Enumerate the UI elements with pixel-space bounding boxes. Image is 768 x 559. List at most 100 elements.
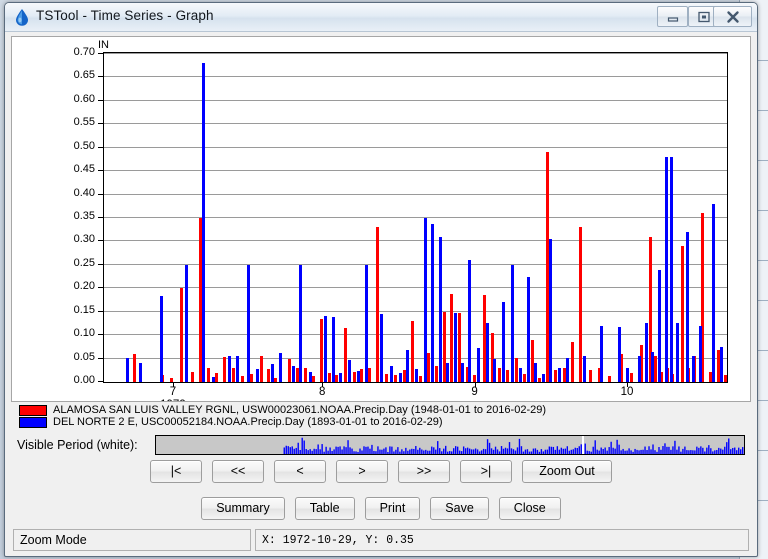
data-bar	[473, 374, 477, 382]
y-axis-tick-label: 0.65	[73, 69, 95, 82]
graph-canvas[interactable]: IN 0.00 0.05 0.10 0.15 0.20 0.25 0.30 0.35 0.40 0…	[11, 36, 751, 402]
data-bar	[681, 246, 685, 382]
data-bar	[390, 365, 394, 382]
x-axis-tick-label: 8	[318, 386, 326, 398]
data-bar	[685, 232, 689, 382]
data-bar	[676, 323, 680, 382]
legend-label: DEL NORTE 2 E, USC00052184.NOAA.Precip.D…	[53, 416, 443, 428]
data-bar	[309, 371, 313, 382]
data-bar	[184, 264, 188, 382]
table-button[interactable]: Table	[294, 497, 355, 520]
data-bar	[255, 368, 259, 382]
x-axis-year-label: 1972	[160, 399, 186, 401]
data-bar	[461, 363, 465, 382]
data-bar	[327, 372, 331, 382]
data-bar	[247, 264, 251, 382]
data-bar	[723, 374, 727, 382]
navigation-button-row: |< << < > >> >| Zoom Out	[5, 460, 757, 483]
data-bar	[519, 367, 523, 382]
data-bar	[376, 227, 380, 382]
print-button[interactable]: Print	[364, 497, 421, 520]
legend-label: ALAMOSA SAN LUIS VALLEY RGNL, USW0002306…	[53, 404, 547, 416]
data-bar	[514, 357, 518, 382]
status-bar: Zoom Mode X: 1972-10-29, Y: 0.35	[5, 529, 757, 553]
y-axis-tick-label: 0.60	[73, 92, 95, 105]
step-forward-button[interactable]: >	[336, 460, 388, 483]
data-bar	[651, 351, 655, 382]
first-button[interactable]: |<	[150, 460, 202, 483]
data-bar	[712, 203, 716, 382]
gridline	[104, 217, 727, 218]
data-bar	[240, 376, 244, 382]
data-bar	[295, 367, 299, 382]
data-bar	[538, 378, 542, 382]
data-bar	[138, 362, 142, 382]
data-bar	[431, 223, 435, 382]
data-bar	[645, 323, 649, 382]
data-bar	[607, 376, 611, 382]
page-forward-button[interactable]: >>	[398, 460, 450, 483]
gridline	[104, 287, 727, 289]
data-bar	[320, 318, 324, 382]
data-bar	[215, 373, 219, 382]
y-axis-tick-label: 0.50	[73, 139, 95, 152]
data-bar	[398, 373, 402, 382]
data-bar	[670, 157, 674, 382]
y-axis-tick-label: 0.20	[73, 280, 95, 293]
data-bar	[657, 269, 661, 382]
data-bar	[493, 358, 497, 382]
last-button[interactable]: >|	[460, 460, 512, 483]
data-bar	[393, 374, 397, 382]
tstool-graph-window: TSTool - Time Series - Graph IN 0.00 0.05…	[4, 2, 758, 557]
data-bar	[541, 373, 545, 382]
data-bar	[534, 363, 538, 382]
visible-period-marker[interactable]	[582, 436, 585, 454]
save-button[interactable]: Save	[430, 497, 489, 520]
page-back-button[interactable]: <<	[212, 460, 264, 483]
data-bar	[331, 317, 335, 382]
x-axis-tick-label: 9	[471, 386, 478, 398]
data-bar	[159, 295, 163, 382]
data-bar	[347, 359, 351, 382]
gridline	[104, 146, 727, 148]
y-axis-tick-label: 0.55	[73, 116, 95, 129]
close-window-button[interactable]	[713, 6, 752, 27]
summary-button[interactable]: Summary	[201, 497, 285, 520]
legend: ALAMOSA SAN LUIS VALLEY RGNL, USW0002306…	[13, 404, 753, 431]
data-bar	[498, 367, 502, 382]
window-title: TSTool - Time Series - Graph	[36, 8, 214, 23]
y-axis-tick-label: 0.70	[73, 46, 95, 58]
data-bar	[191, 371, 195, 382]
data-bar	[468, 260, 472, 382]
step-back-button[interactable]: <	[274, 460, 326, 483]
data-bar	[502, 302, 506, 382]
data-bar	[299, 264, 303, 382]
minimize-button[interactable]	[657, 6, 688, 27]
data-bar	[291, 365, 295, 382]
visible-period-row: Visible Period (white):	[5, 434, 757, 458]
data-bar	[132, 353, 136, 382]
y-axis-tick-label: 0.35	[73, 210, 95, 222]
gridline	[104, 76, 727, 78]
y-axis-tick-label: 0.10	[73, 327, 95, 340]
close-button[interactable]: Close	[498, 497, 561, 520]
status-coordinates: X: 1972-10-29, Y: 0.35	[255, 529, 749, 551]
gridline	[104, 240, 727, 242]
data-bar	[630, 372, 634, 382]
gridline	[104, 170, 727, 172]
data-bar	[418, 375, 422, 382]
visible-period-slider[interactable]	[155, 435, 745, 455]
data-bar	[698, 325, 702, 382]
gridline	[104, 334, 727, 336]
legend-color-swatch	[19, 405, 47, 416]
x-axis-tick-label: 7	[169, 386, 177, 398]
zoom-out-button[interactable]: Zoom Out	[522, 460, 612, 483]
data-bar	[344, 328, 348, 382]
gridline	[104, 310, 727, 312]
data-bar	[554, 369, 558, 382]
data-bar	[579, 227, 583, 382]
plot-area[interactable]	[103, 52, 728, 383]
y-axis-tick-label: 0.30	[73, 233, 95, 246]
y-axis-tick-label: 0.40	[73, 186, 95, 199]
data-bar	[423, 218, 427, 382]
